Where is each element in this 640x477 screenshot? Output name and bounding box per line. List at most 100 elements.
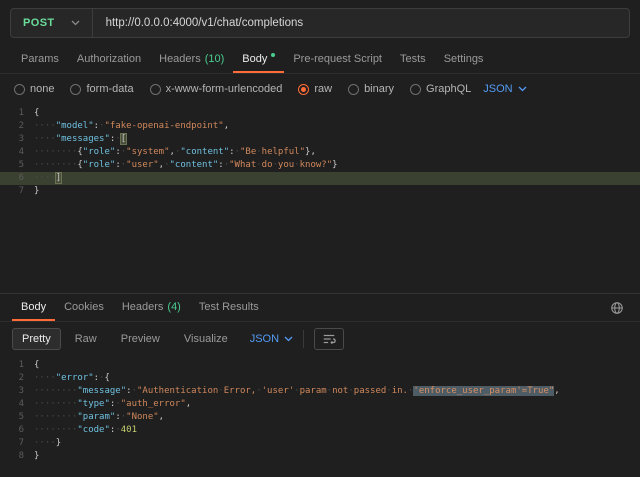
radio-icon xyxy=(410,84,421,95)
line-number: 3 xyxy=(0,385,34,398)
request-tabs: Params Authorization Headers (10) Body Pre-re… xyxy=(12,46,492,73)
url-input[interactable]: http://0.0.0.0:4000/v1/chat/completions xyxy=(93,9,629,37)
request-tabs-row: Params Authorization Headers (10) Body Pre-re… xyxy=(0,46,640,74)
code-line: 1{ xyxy=(0,107,640,120)
tab-label: Cookies xyxy=(64,301,104,313)
request-field: POST http://0.0.0.0:4000/v1/chat/complet… xyxy=(10,8,630,38)
code-text: ····] xyxy=(34,172,61,185)
code-line: 7····} xyxy=(0,437,640,450)
code-text: { xyxy=(34,359,39,372)
code-text: ····"model":·"fake-openai-endpoint", xyxy=(34,120,229,133)
code-text: ········"code":·401 xyxy=(34,424,137,437)
body-type-graphql[interactable]: GraphQL xyxy=(410,83,471,95)
line-number: 6 xyxy=(0,424,34,437)
tab-label: Body xyxy=(21,301,46,313)
method-selector[interactable]: POST xyxy=(11,9,93,37)
tab-count: (4) xyxy=(167,301,180,313)
line-number: 7 xyxy=(0,437,34,450)
tab-label: Authorization xyxy=(77,53,141,65)
line-number: 5 xyxy=(0,159,34,172)
radio-icon xyxy=(150,84,161,95)
request-url-bar: POST http://0.0.0.0:4000/v1/chat/complet… xyxy=(0,0,640,46)
body-type-binary[interactable]: binary xyxy=(348,83,394,95)
code-line: 5········"param":·"None", xyxy=(0,411,640,424)
body-type-x-www-form-urlencoded[interactable]: x-www-form-urlencoded xyxy=(150,83,283,95)
line-number: 5 xyxy=(0,411,34,424)
line-number: 4 xyxy=(0,398,34,411)
view-raw[interactable]: Raw xyxy=(65,328,107,350)
line-number: 4 xyxy=(0,146,34,159)
code-line: 2····"error":·{ xyxy=(0,372,640,385)
body-type-radios: none form-data x-www-form-urlencoded raw bin… xyxy=(14,83,471,95)
code-text: ········"param":·"None", xyxy=(34,411,164,424)
method-label: POST xyxy=(23,17,55,29)
code-text: } xyxy=(34,450,39,463)
tab-count: (10) xyxy=(205,53,225,65)
body-type-none[interactable]: none xyxy=(14,83,54,95)
tab-label: Test Results xyxy=(199,301,259,313)
postman-window: POST http://0.0.0.0:4000/v1/chat/complet… xyxy=(0,0,640,477)
view-preview[interactable]: Preview xyxy=(111,328,170,350)
line-number: 8 xyxy=(0,450,34,463)
code-text: ····"messages":·[ xyxy=(34,133,126,146)
response-toolbar: PrettyRawPreviewVisualize JSON xyxy=(0,322,640,356)
code-line: 3········"message":·"Authentication·Erro… xyxy=(0,385,640,398)
code-line: 4········{"role":·"system",·"content":·"… xyxy=(0,146,640,159)
tab-label: Headers xyxy=(159,53,201,65)
tab-label: Body xyxy=(242,53,267,65)
response-tab-cookies[interactable]: Cookies xyxy=(55,294,113,321)
code-line: 3····"messages":·[ xyxy=(0,133,640,146)
radio-label: form-data xyxy=(86,83,133,95)
code-text: ····"error":·{ xyxy=(34,372,110,385)
code-line: 6········"code":·401 xyxy=(0,424,640,437)
radio-icon xyxy=(298,84,309,95)
response-tab-test-results[interactable]: Test Results xyxy=(190,294,268,321)
line-number: 2 xyxy=(0,372,34,385)
tab-label: Settings xyxy=(444,53,484,65)
request-editor[interactable]: 1{2····"model":·"fake-openai-endpoint",3… xyxy=(0,104,640,294)
code-text: ········{"role":·"system",·"content":·"B… xyxy=(34,146,316,159)
response-tabs-row: Body Cookies Headers(4) Test Results xyxy=(0,294,640,322)
tab-settings[interactable]: Settings xyxy=(435,46,493,73)
line-number: 6 xyxy=(0,172,34,185)
tab-tests[interactable]: Tests xyxy=(391,46,435,73)
tab-body[interactable]: Body xyxy=(233,46,284,73)
view-visualize[interactable]: Visualize xyxy=(174,328,238,350)
tab-headers[interactable]: Headers (10) xyxy=(150,46,233,73)
wrap-line-button[interactable] xyxy=(314,328,344,350)
response-tab-headers[interactable]: Headers(4) xyxy=(113,294,190,321)
tab-params[interactable]: Params xyxy=(12,46,68,73)
body-type-raw[interactable]: raw xyxy=(298,83,332,95)
code-line: 4········"type":·"auth_error", xyxy=(0,398,640,411)
radio-label: GraphQL xyxy=(426,83,471,95)
code-line: 2····"model":·"fake-openai-endpoint", xyxy=(0,120,640,133)
tab-label: Headers xyxy=(122,301,164,313)
response-editor[interactable]: 1{2····"error":·{3········"message":·"Au… xyxy=(0,356,640,477)
line-number: 2 xyxy=(0,120,34,133)
code-line: 6····] xyxy=(0,172,640,185)
radio-label: binary xyxy=(364,83,394,95)
code-text: ········"type":·"auth_error", xyxy=(34,398,191,411)
response-view-switch: PrettyRawPreviewVisualize xyxy=(12,328,238,350)
line-number: 7 xyxy=(0,185,34,198)
chevron-down-icon xyxy=(71,20,80,26)
radio-label: raw xyxy=(314,83,332,95)
modified-dot xyxy=(271,53,275,57)
view-pretty[interactable]: Pretty xyxy=(12,328,61,350)
request-language-dropdown[interactable]: JSON xyxy=(483,83,526,95)
response-network-button[interactable] xyxy=(610,294,628,321)
tab-pre-request-script[interactable]: Pre-request Script xyxy=(284,46,391,73)
code-text: ········"message":·"Authentication·Error… xyxy=(34,385,560,398)
line-number: 3 xyxy=(0,133,34,146)
code-text: ····} xyxy=(34,437,61,450)
radio-icon xyxy=(348,84,359,95)
body-type-form-data[interactable]: form-data xyxy=(70,83,133,95)
response-tab-body[interactable]: Body xyxy=(12,294,55,321)
code-line: 7} xyxy=(0,185,640,198)
chevron-down-icon xyxy=(518,86,527,92)
radio-icon xyxy=(14,84,25,95)
response-language-dropdown[interactable]: JSON xyxy=(250,333,293,345)
response-tabs: Body Cookies Headers(4) Test Results xyxy=(12,294,268,321)
tab-authorization[interactable]: Authorization xyxy=(68,46,150,73)
tab-label: Params xyxy=(21,53,59,65)
